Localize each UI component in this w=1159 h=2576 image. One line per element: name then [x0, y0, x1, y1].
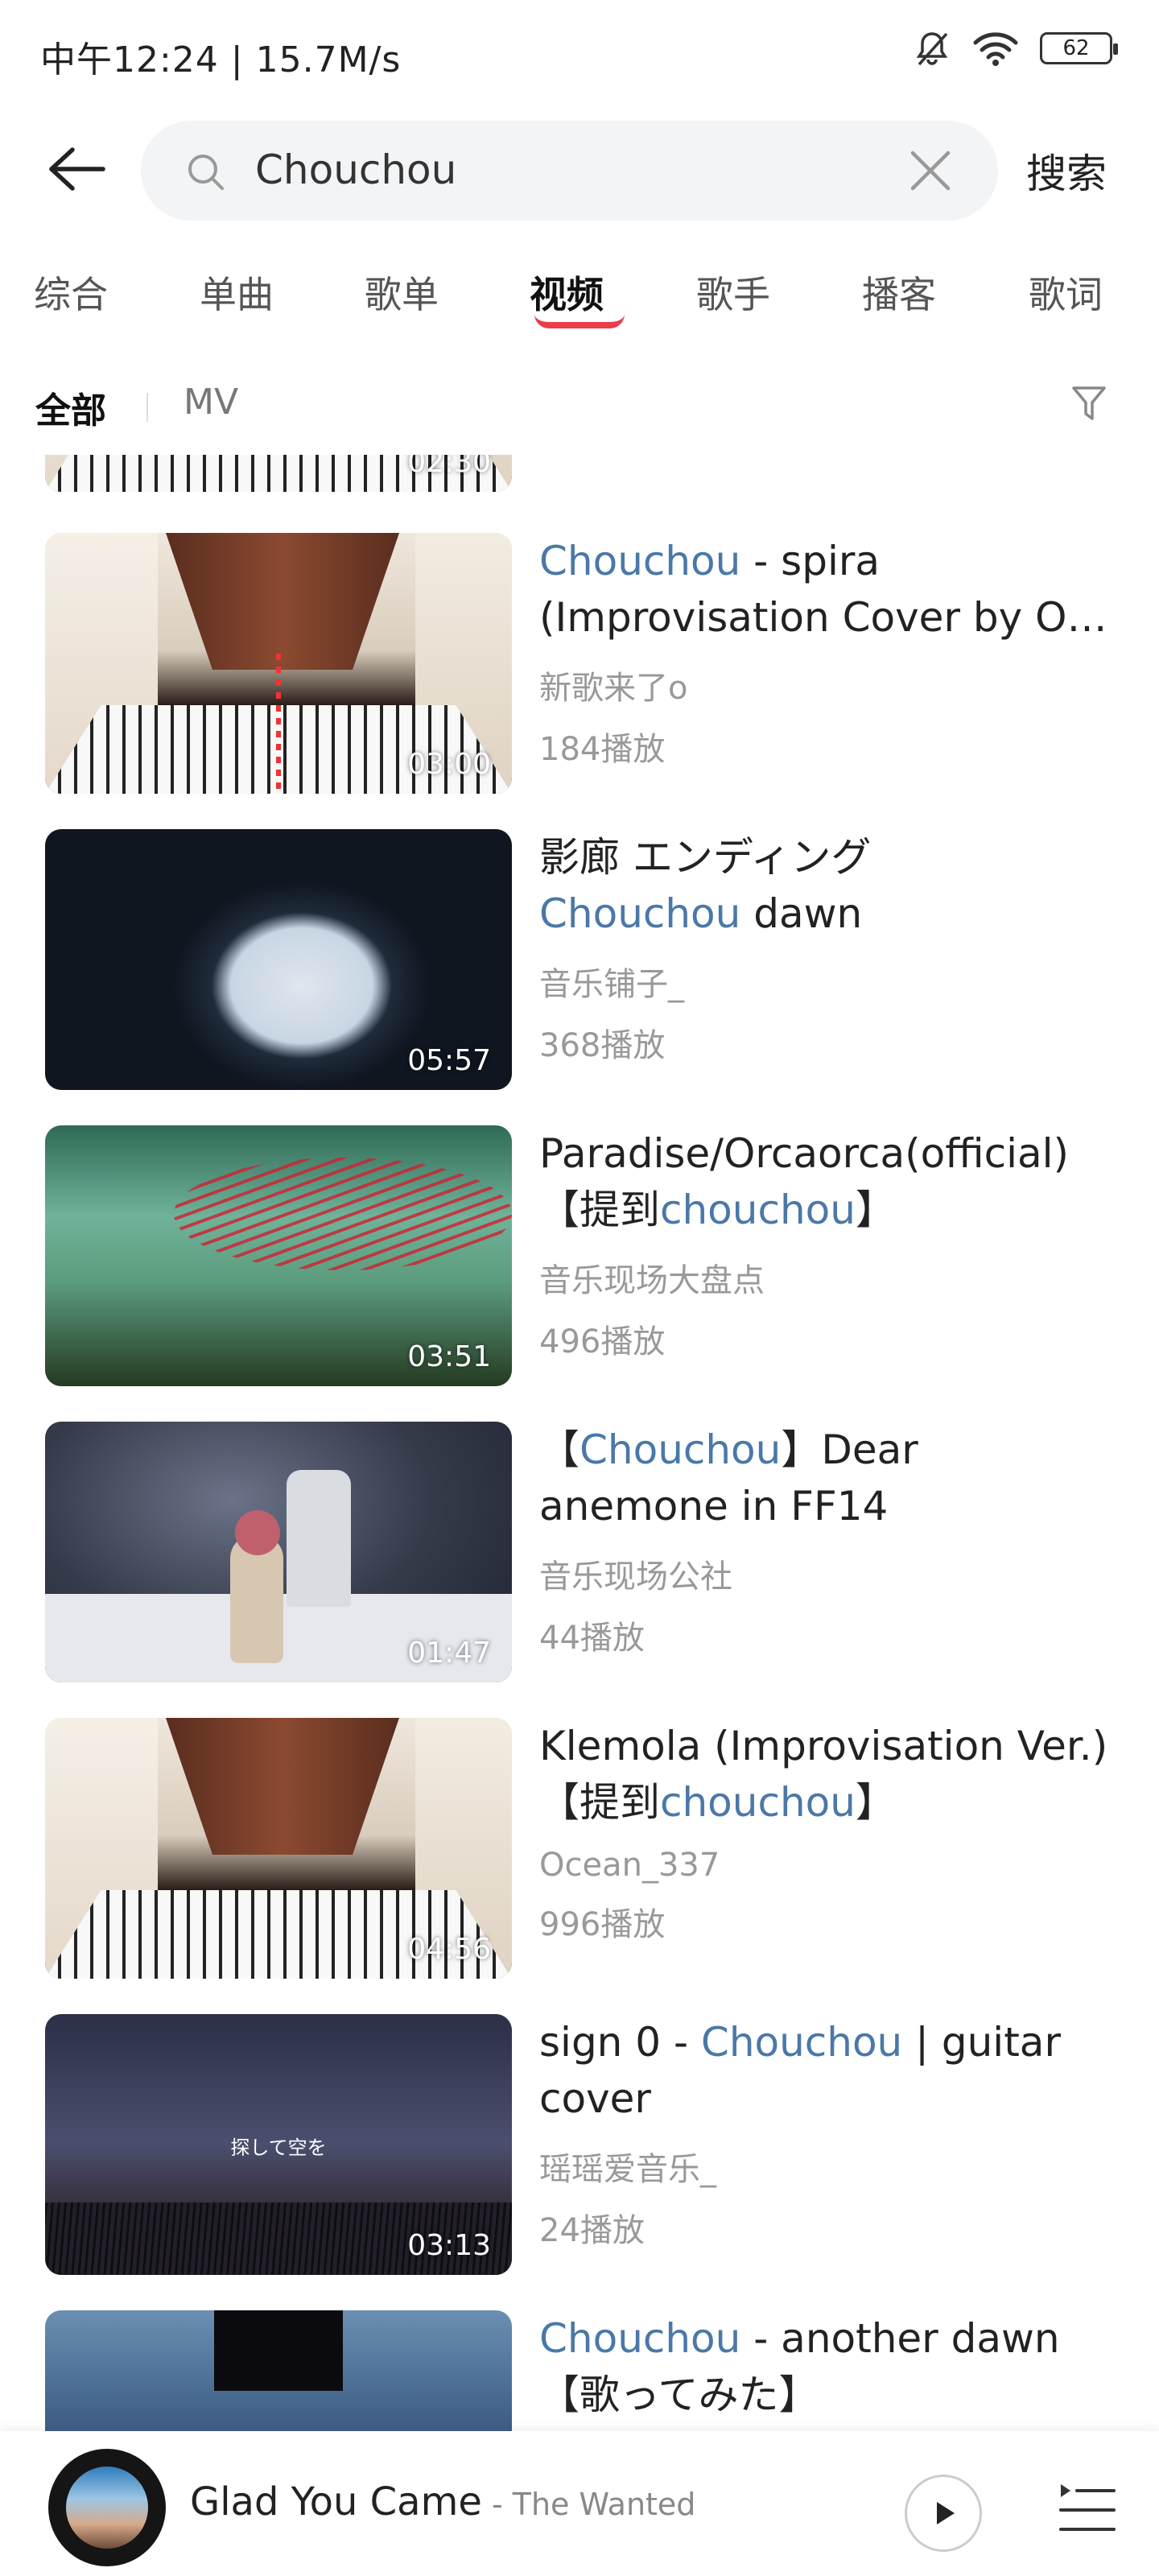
filter-icon[interactable]	[1070, 383, 1107, 423]
playlist-icon[interactable]	[1054, 2478, 1119, 2542]
thumbnail-caption: 探して空を	[230, 2136, 327, 2159]
highlighted-keyword: chouchou	[660, 1187, 856, 1233]
tab-comprehensive[interactable]: 综合	[34, 266, 108, 319]
video-item[interactable]: 05:57 影廊 エンディング Chouchou dawn 音乐铺子_ 368播…	[0, 829, 1159, 1090]
mini-player[interactable]: Glad You Came - The Wanted	[0, 2431, 1159, 2576]
tab-playlists[interactable]: 歌单	[365, 266, 439, 319]
video-item[interactable]: 03:51 Paradise/Orcaorca(official) 【提到cho…	[0, 1125, 1159, 1386]
wifi-icon	[973, 32, 1018, 66]
video-title[interactable]: Paradise/Orcaorca(official) 【提到chouchou】	[539, 1125, 1119, 1238]
video-duration: 03:51	[407, 1340, 491, 1373]
video-thumbnail[interactable]: 05:57	[45, 829, 512, 1090]
album-art	[66, 2467, 148, 2549]
search-button[interactable]: 搜索	[1026, 142, 1107, 200]
highlighted-keyword: Chouchou	[539, 890, 741, 937]
video-info: 【Chouchou】Dear anemone in FF14 音乐现场公社 44…	[539, 1422, 1119, 1658]
back-arrow-icon	[49, 147, 105, 191]
video-thumbnail[interactable]: 02:30	[45, 455, 512, 492]
video-thumbnail[interactable]: 04:56	[45, 1718, 512, 1979]
now-playing[interactable]: Glad You Came - The Wanted	[190, 2479, 695, 2524]
video-thumbnail[interactable]: 03:00	[45, 533, 512, 794]
highlighted-keyword: chouchou	[660, 1779, 856, 1826]
video-thumbnail[interactable]: 01:47	[45, 1422, 512, 1682]
video-title[interactable]: Klemola (Improvisation Ver.) 【提到chouchou…	[539, 1718, 1119, 1831]
divider	[146, 393, 148, 422]
play-button[interactable]	[905, 2475, 982, 2552]
video-author[interactable]: 新歌来了o	[539, 662, 1119, 708]
album-disc[interactable]	[48, 2449, 166, 2566]
video-info: Klemola (Improvisation Ver.) 【提到chouchou…	[539, 1718, 1119, 1945]
video-author[interactable]: 音乐现场公社	[539, 1550, 1119, 1597]
highlighted-keyword: Chouchou	[700, 2019, 903, 2066]
video-author[interactable]: Ocean_337	[539, 1847, 1119, 1884]
video-play-count: 368播放	[539, 1027, 666, 1064]
status-time-speed: 中午12:24 | 15.7M/s	[40, 39, 402, 80]
mute-bell-icon	[916, 32, 948, 66]
highlighted-keyword: Chouchou	[580, 1426, 782, 1473]
status-bar: 中午12:24 | 15.7M/s 62	[0, 0, 1159, 105]
search-input[interactable]: Chouchou	[141, 121, 998, 221]
video-play-count: 996播放	[539, 1906, 666, 1943]
video-play-count: 496播放	[539, 1323, 666, 1360]
video-duration: 02:30	[407, 455, 491, 479]
video-duration: 03:13	[407, 2229, 491, 2262]
video-play-count: 24播放	[539, 2212, 645, 2249]
active-tab-indicator	[534, 314, 625, 328]
clear-icon[interactable]	[908, 148, 953, 193]
video-title[interactable]: Chouchou - spira (Improvisation Cover by…	[539, 533, 1119, 646]
filter-mv[interactable]: MV	[184, 382, 238, 423]
highlighted-keyword: Chouchou	[539, 538, 741, 584]
song-artist: - The Wanted	[481, 2487, 696, 2522]
video-item[interactable]: 02:30	[0, 455, 1159, 492]
video-duration: 05:57	[407, 1044, 491, 1077]
status-icons: 62	[913, 29, 1118, 68]
video-item[interactable]: 探して空を 03:13 sign 0 - Chouchou | guitar c…	[0, 2014, 1159, 2275]
video-title[interactable]: Chouchou - another dawn 【歌ってみた】	[539, 2310, 1119, 2423]
tab-songs[interactable]: 单曲	[200, 266, 274, 319]
video-info: Paradise/Orcaorca(official) 【提到chouchou】…	[539, 1125, 1119, 1362]
video-subfilter: 全部 MV	[0, 378, 1159, 435]
video-author[interactable]: 音乐现场大盘点	[539, 1254, 1119, 1301]
battery-level: 62	[1062, 36, 1090, 60]
video-title[interactable]: 影廊 エンディング Chouchou dawn	[539, 829, 1119, 942]
video-play-count: 184播放	[539, 731, 666, 768]
video-info: sign 0 - Chouchou | guitar cover 瑶瑶爱音乐_ …	[539, 2014, 1119, 2251]
filter-all[interactable]: 全部	[35, 382, 106, 433]
highlighted-keyword: Chouchou	[539, 2315, 741, 2362]
battery-icon: 62	[1040, 32, 1118, 64]
back-button[interactable]	[40, 135, 113, 203]
tab-artists[interactable]: 歌手	[696, 266, 770, 319]
video-duration: 03:00	[407, 748, 491, 781]
video-item[interactable]: 01:47 【Chouchou】Dear anemone in FF14 音乐现…	[0, 1422, 1159, 1682]
video-item[interactable]: 04:56 Klemola (Improvisation Ver.) 【提到ch…	[0, 1718, 1159, 1979]
video-author[interactable]: 瑶瑶爱音乐_	[539, 2143, 1119, 2190]
song-title: Glad You Came	[190, 2479, 482, 2524]
play-icon	[937, 2502, 955, 2524]
tab-lyrics[interactable]: 歌词	[1029, 266, 1103, 319]
video-info: Chouchou - spira (Improvisation Cover by…	[539, 533, 1119, 770]
video-play-count: 44播放	[539, 1620, 645, 1657]
category-tabs: 综合 单曲 歌单 视频 歌手 播客 歌词	[0, 266, 1159, 346]
video-info: Chouchou - another dawn 【歌ってみた】	[539, 2310, 1119, 2423]
video-duration: 04:56	[407, 1933, 491, 1966]
video-title[interactable]: sign 0 - Chouchou | guitar cover	[539, 2014, 1119, 2127]
search-icon	[188, 155, 224, 190]
video-item[interactable]: 03:00 Chouchou - spira (Improvisation Co…	[0, 533, 1159, 794]
search-header: Chouchou 搜索	[0, 113, 1159, 225]
video-info: 影廊 エンディング Chouchou dawn 音乐铺子_ 368播放	[539, 829, 1119, 1066]
video-thumbnail[interactable]: 探して空を 03:13	[45, 2014, 512, 2275]
video-duration: 01:47	[407, 1637, 491, 1670]
video-thumbnail[interactable]: 03:51	[45, 1125, 512, 1386]
video-author[interactable]: 音乐铺子_	[539, 958, 1119, 1005]
tab-videos[interactable]: 视频	[530, 266, 604, 319]
search-value[interactable]: Chouchou	[255, 147, 456, 193]
tab-podcasts[interactable]: 播客	[862, 266, 936, 319]
video-title[interactable]: 【Chouchou】Dear anemone in FF14	[539, 1422, 1119, 1534]
video-list[interactable]: 02:30 03:00 Chouchou - spira (Improvisat…	[0, 455, 1159, 2576]
